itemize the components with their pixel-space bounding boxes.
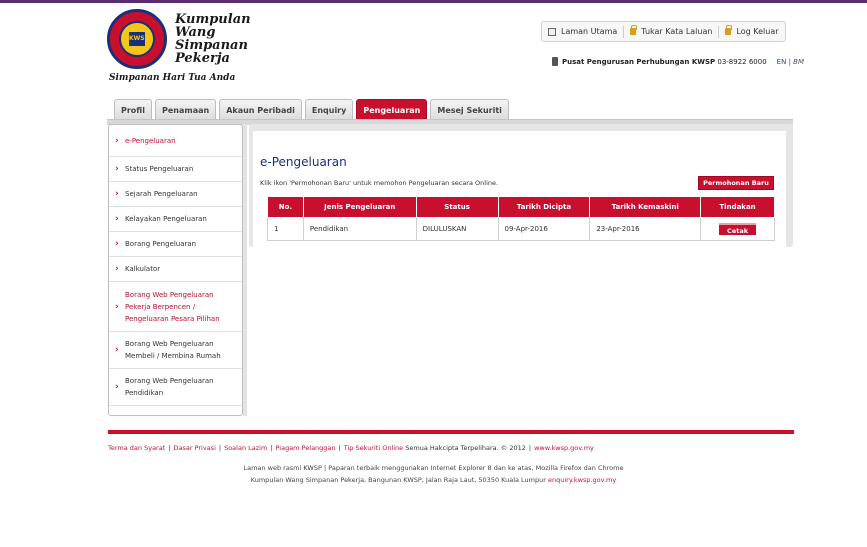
- col-dicipta: Tarikh Dicipta: [497, 196, 591, 218]
- col-tindakan: Tindakan: [700, 196, 775, 218]
- logo-tagline: Simpanan Hari Tua Anda: [109, 73, 236, 83]
- sidebar-item-e-pengeluaran[interactable]: e-Pengeluaran: [109, 125, 242, 157]
- sidebar: e-Pengeluaran Status Pengeluaran Sejarah…: [108, 124, 243, 416]
- top-links-bar: Laman Utama Tukar Kata Laluan Log Keluar: [541, 21, 786, 42]
- phone-icon: [552, 57, 558, 66]
- new-application-button[interactable]: Permohonan Baru: [698, 176, 774, 190]
- cell-status: DILULUSKAN: [415, 217, 499, 241]
- home-link[interactable]: Laman Utama: [542, 27, 623, 36]
- table-header-row: No. Jenis Pengeluaran Status Tarikh Dici…: [267, 196, 775, 218]
- change-password-link[interactable]: Tukar Kata Laluan: [624, 25, 718, 36]
- sidebar-item-borang-web-pendidikan[interactable]: Borang Web Pengeluaran Pendidikan: [109, 369, 242, 406]
- footer-copyright: Semua Hakcipta Terpelihara. © 2012: [405, 444, 526, 452]
- col-kemaskini: Tarikh Kemaskini: [589, 196, 702, 218]
- footer-link-soalan[interactable]: Soalan Lazim: [224, 444, 267, 452]
- tab-enquiry[interactable]: Enquiry: [304, 99, 354, 120]
- col-no: No.: [267, 196, 304, 218]
- contact-info: Pusat Pengurusan Perhubungan KWSP 03-892…: [552, 57, 804, 66]
- tab-mesej-sekuriti[interactable]: Mesej Sekuriti: [430, 99, 509, 120]
- footer-divider: [108, 430, 794, 434]
- footer-links: Terma dan Syarat | Dasar Privasi | Soalan La…: [108, 444, 594, 452]
- sidebar-item-borang-pengeluaran[interactable]: Borang Pengeluaran: [109, 232, 242, 257]
- top-accent-line: [0, 0, 867, 3]
- instruction-text: Klik ikon 'Permohonan Baru' untuk memoho…: [260, 179, 499, 187]
- footer-email-link[interactable]: enquiry.kwsp.gov.my: [548, 476, 616, 484]
- withdrawal-table: No. Jenis Pengeluaran Status Tarikh Dici…: [267, 196, 775, 241]
- logout-link[interactable]: Log Keluar: [719, 25, 784, 36]
- footer-link-terma[interactable]: Terma dan Syarat: [108, 444, 165, 452]
- footer-link-privasi[interactable]: Dasar Privasi: [173, 444, 215, 452]
- lang-bm-link[interactable]: BM: [793, 58, 804, 66]
- sidebar-item-borang-web-rumah[interactable]: Borang Web Pengeluaran Membeli / Membina…: [109, 332, 242, 369]
- col-jenis: Jenis Pengeluaran: [302, 196, 417, 218]
- sidebar-item-sejarah-pengeluaran[interactable]: Sejarah Pengeluaran: [109, 182, 242, 207]
- sidebar-item-status-pengeluaran[interactable]: Status Pengeluaran: [109, 157, 242, 182]
- sidebar-scrollbar[interactable]: [243, 124, 247, 416]
- col-status: Status: [415, 196, 499, 218]
- lock-icon: [725, 25, 733, 35]
- footer-info-line: Laman web rasmi KWSP | Paparan terbaik m…: [243, 464, 624, 472]
- sidebar-item-kalkulator[interactable]: Kalkulator: [109, 257, 242, 282]
- logo-name: Kumpulan Wang Simpanan Pekerja: [175, 12, 251, 66]
- cell-dicipta: 09-Apr-2016: [497, 217, 591, 241]
- page-title: e-Pengeluaran: [260, 155, 347, 169]
- tab-penamaan[interactable]: Penamaan: [154, 99, 217, 120]
- cell-no: 1: [267, 217, 304, 241]
- cell-kemaskini: 23-Apr-2016: [589, 217, 702, 241]
- footer-address-line: Kumpulan Wang Simpanan Pekerja, Bangunan…: [250, 476, 617, 484]
- print-button[interactable]: Cetak: [719, 223, 757, 235]
- lang-en-link[interactable]: EN: [777, 58, 787, 66]
- cell-jenis: Pendidikan: [302, 217, 417, 241]
- kwsp-emblem-icon: KWSP: [107, 9, 167, 69]
- table-row: 1 Pendidikan DILULUSKAN 09-Apr-2016 23-A…: [267, 217, 775, 241]
- cell-tindakan: Cetak: [700, 217, 775, 241]
- home-icon: [548, 27, 556, 36]
- tab-akaun-peribadi[interactable]: Akaun Peribadi: [219, 99, 302, 120]
- sidebar-item-borang-web-pesara[interactable]: Borang Web Pengeluaran Pekerja Berpencen…: [109, 282, 242, 332]
- kwsp-logo[interactable]: KWSP Kumpulan Wang Simpanan Pekerja Simp…: [107, 9, 251, 89]
- main-tabs: Profil Penamaan Akaun Peribadi Enquiry P…: [114, 99, 509, 120]
- tab-profil[interactable]: Profil: [114, 99, 152, 120]
- sidebar-item-kelayakan-pengeluaran[interactable]: Kelayakan Pengeluaran: [109, 207, 242, 232]
- footer-link-piagam[interactable]: Piagam Pelanggan: [276, 444, 336, 452]
- footer-site-link[interactable]: www.kwsp.gov.my: [534, 444, 594, 452]
- tab-pengeluaran[interactable]: Pengeluaran: [356, 99, 428, 120]
- lock-icon: [630, 25, 638, 35]
- footer-link-tip[interactable]: Tip Sekuriti Online: [344, 444, 403, 452]
